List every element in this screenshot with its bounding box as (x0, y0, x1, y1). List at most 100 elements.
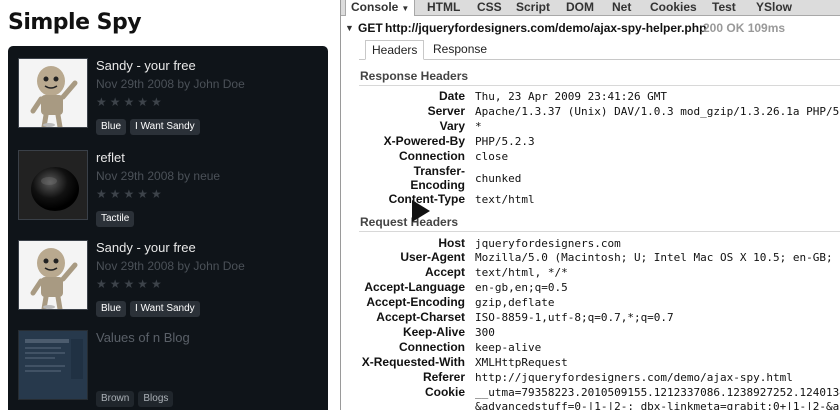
header-name: User-Agent (400, 250, 465, 264)
tab-cookies[interactable]: Cookies (645, 0, 702, 16)
header-name: Accept-Language (364, 280, 465, 294)
item-title[interactable]: Sandy - your free (96, 240, 316, 256)
chevron-down-icon[interactable]: ▼ (401, 4, 409, 13)
header-row: Date Thu, 23 Apr 2009 23:41:26 GMT (359, 89, 840, 104)
request-headers-heading: Request Headers (359, 212, 840, 232)
header-value: XMLHttpRequest (475, 356, 568, 369)
tag-list: Blue I Want Sandy (96, 298, 316, 317)
tab-response[interactable]: Response (427, 40, 493, 60)
header-name: Referer (422, 370, 465, 384)
header-row: Vary * (359, 119, 840, 134)
firebug-tab-bar: Console ▼ HTML CSS Script DOM Net Cookies… (341, 0, 840, 16)
rating-stars[interactable]: ★★★★★ (96, 94, 316, 110)
header-value: text/html, */* (475, 266, 568, 279)
header-value: gzip,deflate (475, 296, 555, 309)
header-name: Vary (439, 119, 465, 133)
tab-net[interactable]: Net (607, 0, 636, 16)
tab-label: Console (351, 0, 399, 14)
tag[interactable]: I Want Sandy (130, 301, 200, 317)
tab-yslow[interactable]: YSlow (751, 0, 797, 16)
header-name: X-Requested-With (361, 355, 465, 369)
tab-console[interactable]: Console ▼ (345, 0, 416, 16)
triangle-down-icon[interactable]: ▼ (345, 18, 354, 38)
sackboy-image[interactable] (18, 58, 88, 128)
item-info: Sandy - your free Nov 29th 2008 by John … (96, 240, 316, 317)
header-name: Keep-Alive (402, 325, 465, 339)
header-name: Accept-Charset (376, 310, 465, 324)
header-value: Apache/1.3.37 (Unix) DAV/1.0.3 mod_gzip/… (475, 105, 840, 118)
header-row: Cookie __utma=79358223.2010509155.121233… (359, 385, 840, 400)
header-value: keep-alive (475, 341, 542, 354)
header-row: X-Powered-By PHP/5.2.3 (359, 134, 840, 149)
header-name: Connection (399, 340, 465, 354)
header-value: __utma=79358223.2010509155.1212337086.12… (475, 386, 840, 399)
tag[interactable]: Brown (96, 391, 135, 407)
item-title[interactable]: Sandy - your free (96, 58, 316, 74)
tab-script[interactable]: Script (511, 0, 555, 16)
tab-test[interactable]: Test (707, 0, 741, 16)
request-row[interactable]: ▼ GET http://jqueryfordesigners.com/demo… (341, 18, 840, 38)
tag-list: Brown Blogs (96, 388, 316, 407)
header-row: X-Requested-With XMLHttpRequest (359, 355, 840, 370)
item-info: Values of n Blog Brown Blogs (96, 330, 316, 407)
rating-stars[interactable] (96, 366, 316, 382)
black-sphere-image[interactable] (18, 150, 88, 220)
item-title[interactable]: reflet (96, 150, 316, 166)
header-name: Cookie (424, 385, 465, 399)
list-item[interactable]: Sandy - your free Nov 29th 2008 by John … (18, 58, 318, 138)
header-row: Content-Type text/html (359, 192, 840, 207)
header-value: Thu, 23 Apr 2009 23:41:26 GMT (475, 90, 668, 103)
item-title[interactable]: Values of n Blog (96, 330, 316, 346)
header-name: Connection (399, 149, 465, 163)
item-meta: Nov 29th 2008 by neue (96, 169, 221, 183)
rating-stars[interactable]: ★★★★★ (96, 186, 316, 202)
tag[interactable]: I Want Sandy (130, 119, 200, 135)
header-row: &advancedstuff=0-|1-|2-; dbx-linkmeta=gr… (359, 399, 840, 410)
headers-view: Response Headers Date Thu, 23 Apr 2009 2… (359, 60, 840, 410)
header-name: Accept (424, 265, 465, 279)
header-value: text/html (475, 193, 535, 206)
header-row: Accept-Language en-gb,en;q=0.5 (359, 280, 840, 295)
list-item[interactable]: Sandy - your free Nov 29th 2008 by John … (18, 240, 318, 320)
list-item[interactable]: Values of n Blog Brown Blogs (18, 330, 318, 410)
item-meta (96, 348, 316, 364)
header-name-line: Encoding (410, 178, 465, 192)
request-status: 200 OK 109ms (703, 21, 786, 35)
sackboy-image[interactable] (18, 240, 88, 310)
request-subtabs: Headers Response (359, 38, 840, 60)
header-value: * (475, 120, 482, 133)
header-name: Accept-Encoding (366, 295, 465, 309)
page-title: Simple Spy (8, 10, 142, 35)
request-method: GET (358, 21, 383, 35)
header-row: Host jqueryfordesigners.com (359, 236, 840, 251)
tag[interactable]: Tactile (96, 211, 135, 227)
header-row: Accept-Charset ISO-8859-1,utf-8;q=0.7,*;… (359, 310, 840, 325)
request-url[interactable]: http://jqueryfordesigners.com/demo/ajax-… (385, 18, 706, 38)
header-row: Referer http://jqueryfordesigners.com/de… (359, 370, 840, 385)
tag[interactable]: Blue (96, 119, 127, 135)
item-meta: Nov 29th 2008 by John Doe (96, 77, 245, 91)
spy-list: Sandy - your free Nov 29th 2008 by John … (8, 46, 328, 410)
tab-headers[interactable]: Headers (365, 40, 425, 60)
header-row: Accept text/html, */* (359, 265, 840, 280)
item-meta: Nov 29th 2008 by John Doe (96, 259, 245, 273)
tag-list: Blue I Want Sandy (96, 116, 316, 135)
header-row: Connection close (359, 149, 840, 164)
tab-html[interactable]: HTML (422, 0, 465, 16)
header-value: close (475, 150, 509, 163)
tag[interactable]: Blogs (138, 391, 174, 407)
list-item[interactable]: reflet Nov 29th 2008 by neue ★★★★★ Tacti… (18, 150, 318, 230)
tag[interactable]: Blue (96, 301, 127, 317)
header-value: PHP/5.2.3 (475, 135, 535, 148)
header-row: Transfer- Encoding chunked (359, 164, 840, 194)
header-value: chunked (475, 172, 522, 185)
tab-dom[interactable]: DOM (561, 0, 599, 16)
tag-list: Tactile (96, 208, 316, 227)
header-name-line: Transfer- (413, 164, 465, 178)
item-info: Sandy - your free Nov 29th 2008 by John … (96, 58, 316, 135)
header-value: en-gb,en;q=0.5 (475, 281, 568, 294)
tab-css[interactable]: CSS (472, 0, 507, 16)
blog-screenshot-image[interactable] (18, 330, 88, 400)
rating-stars[interactable]: ★★★★★ (96, 276, 316, 292)
response-headers-heading: Response Headers (359, 66, 840, 86)
